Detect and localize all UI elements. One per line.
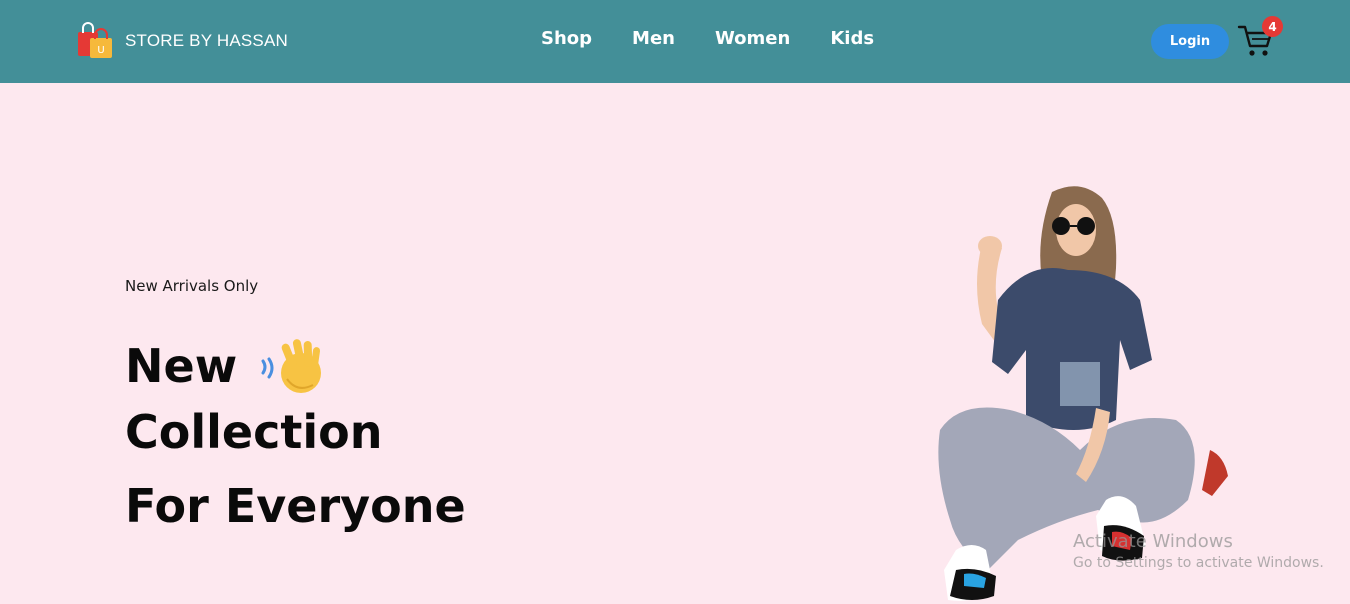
nav-link-shop[interactable]: Shop (541, 28, 592, 49)
brand-name: STORE BY HASSAN (125, 31, 288, 50)
watermark-title: Activate Windows (1073, 531, 1233, 552)
svg-text:U: U (97, 45, 104, 56)
nav-link-women[interactable]: Women (715, 28, 790, 49)
hero-subtitle: New Arrivals Only (125, 277, 259, 295)
windows-activation-watermark: Activate Windows Go to Settings to activ… (1073, 531, 1324, 571)
hero-title-line3: For Everyone (125, 479, 466, 533)
watermark-subtitle: Go to Settings to activate Windows. (1073, 555, 1324, 571)
hero-title-line2: Collection (125, 405, 383, 459)
brand[interactable]: U STORE BY HASSAN (76, 22, 288, 60)
shopping-bags-icon: U (78, 22, 112, 58)
hero-title-new: New (125, 339, 238, 393)
cart-count-badge: 4 (1262, 16, 1283, 37)
nav-link-kids[interactable]: Kids (830, 28, 874, 49)
nav-link-men[interactable]: Men (632, 28, 675, 49)
main-nav: Shop Men Women Kids (541, 28, 874, 49)
waving-hand-icon (261, 339, 322, 393)
login-button[interactable]: Login (1151, 24, 1229, 59)
navbar: U STORE BY HASSAN Shop Men Women Kids Lo… (0, 0, 1350, 83)
hero-title-line1: New (125, 335, 327, 397)
